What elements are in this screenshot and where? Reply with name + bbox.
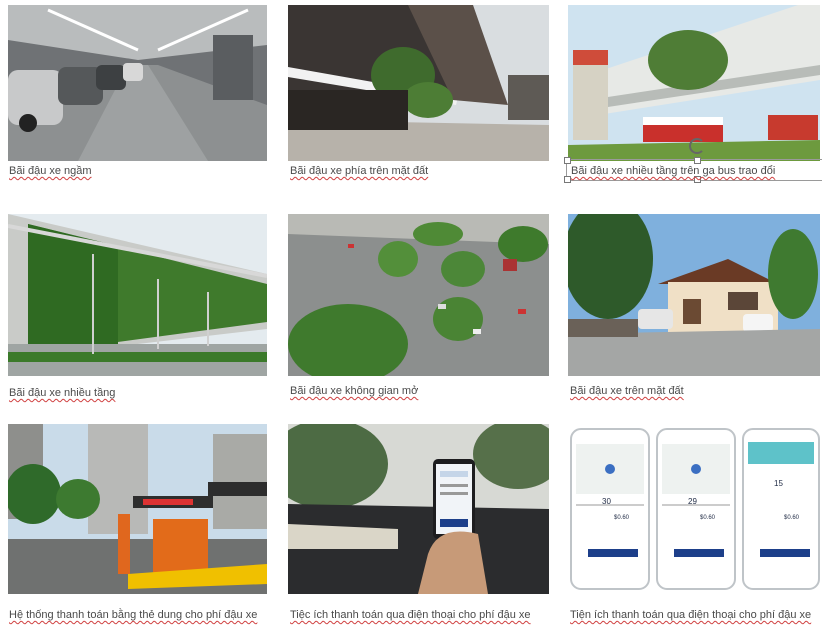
caption-ground-parking: Bãi đậu xe trên mặt đất (570, 385, 684, 397)
surface-parking-building-photo (288, 5, 549, 161)
resize-handle-icon[interactable] (694, 157, 701, 164)
caption-phone-payment-2: Tiện ích thanh toán qua điện thoại cho p… (570, 609, 812, 621)
green-wall-multistorey-photo (8, 214, 267, 376)
caption-card-payment: Hệ thống thanh toán bằng thẻ dung cho ph… (9, 609, 258, 621)
caption-underground-parking: Bãi đậu xe ngầm (9, 165, 92, 177)
card-payment-gantry-photo (8, 424, 267, 594)
app-value-3: 15 (774, 479, 783, 488)
caption-open-space-parking: Bãi đậu xe không gian mở (290, 385, 419, 397)
underground-parking-photo (8, 5, 267, 161)
caption-multistorey-parking: Bãi đậu xe nhiều tầng (9, 387, 116, 399)
open-space-parking-aerial-photo (288, 214, 549, 376)
rotate-handle-icon[interactable] (689, 138, 705, 154)
caption-bus-interchange-parking: Bãi đậu xe nhiều tầng trên ga bus trao đ… (571, 165, 776, 177)
house-driveway-parking-photo (568, 214, 820, 376)
resize-handle-icon[interactable] (564, 157, 571, 164)
app-value-1: 30 (602, 497, 611, 506)
parking-app-screens-photo: 30 29 15 $0.60 $0.60 $0.60 (568, 424, 820, 594)
caption-phone-payment-1: Tiệc ích thanh toán qua điện thoại cho p… (290, 609, 531, 621)
app-price-3: $0.60 (784, 515, 800, 521)
app-price-1: $0.60 (614, 515, 630, 521)
resize-handle-icon[interactable] (694, 176, 701, 183)
app-price-2: $0.60 (700, 515, 716, 521)
caption-surface-parking: Bãi đậu xe phía trên mặt đất (290, 165, 429, 177)
app-value-2: 29 (688, 497, 697, 506)
resize-handle-icon[interactable] (564, 176, 571, 183)
phone-payment-in-car-photo (288, 424, 549, 594)
